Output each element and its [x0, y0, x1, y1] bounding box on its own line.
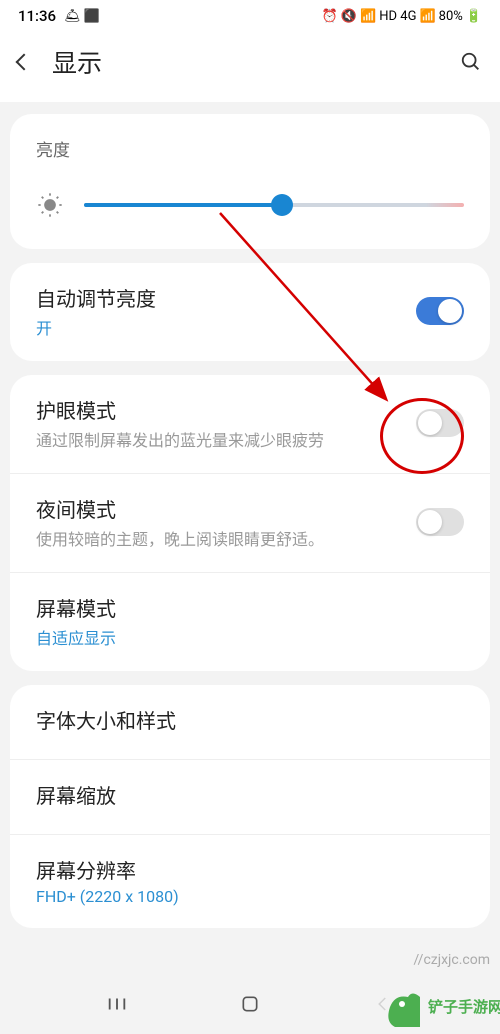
- auto-brightness-card: 自动调节亮度 开: [10, 263, 490, 361]
- night-mode-row[interactable]: 夜间模式 使用较暗的主题，晚上阅读眼睛更舒适。: [10, 473, 490, 572]
- status-mute-icon: 🔇: [341, 9, 357, 24]
- toggle-thumb: [418, 510, 442, 534]
- toggle-thumb: [418, 411, 442, 435]
- status-notif-icons: 🛎 ⬛: [64, 9, 100, 24]
- font-resolution-card: 字体大小和样式 屏幕缩放 屏幕分辨率 FHD+ (2220 x 1080): [10, 685, 490, 928]
- eye-care-toggle[interactable]: [416, 409, 464, 437]
- home-icon: [240, 994, 260, 1014]
- status-bar: 11:36 🛎 ⬛ ⏰ 🔇 📶 HD 4G 📶 80% 🔋: [0, 0, 500, 32]
- night-mode-toggle[interactable]: [416, 508, 464, 536]
- logo-badge: 铲子手游网: [380, 979, 500, 1034]
- auto-brightness-title: 自动调节亮度: [36, 283, 416, 312]
- status-signal-icon: 📶: [419, 9, 435, 24]
- night-mode-sub: 使用较暗的主题，晚上阅读眼睛更舒适。: [36, 526, 416, 550]
- chevron-left-icon: [16, 54, 33, 71]
- toggle-thumb: [438, 299, 462, 323]
- screen-zoom-title: 屏幕缩放: [36, 780, 464, 809]
- back-button[interactable]: [18, 56, 30, 68]
- display-modes-card: 护眼模式 通过限制屏幕发出的蓝光量来减少眼疲劳 夜间模式 使用较暗的主题，晚上阅…: [10, 375, 490, 671]
- screen-resolution-row[interactable]: 屏幕分辨率 FHD+ (2220 x 1080): [10, 834, 490, 928]
- slider-fill: [84, 203, 282, 207]
- watermark: //czjxjc.com: [413, 952, 490, 968]
- screen-zoom-row[interactable]: 屏幕缩放: [10, 759, 490, 834]
- header: 显示: [0, 32, 500, 102]
- screen-mode-title: 屏幕模式: [36, 593, 464, 622]
- nav-home[interactable]: [237, 991, 263, 1017]
- brightness-icon: [36, 191, 64, 219]
- status-alarm-icon: ⏰: [322, 9, 338, 24]
- slider-thumb[interactable]: [271, 194, 293, 216]
- brightness-slider[interactable]: [84, 201, 464, 209]
- auto-brightness-toggle[interactable]: [416, 297, 464, 325]
- eye-care-title: 护眼模式: [36, 395, 416, 424]
- search-button[interactable]: [460, 51, 482, 73]
- font-size-row[interactable]: 字体大小和样式: [10, 685, 490, 759]
- night-mode-title: 夜间模式: [36, 494, 416, 523]
- status-time: 11:36: [18, 7, 56, 25]
- auto-brightness-row[interactable]: 自动调节亮度 开: [10, 263, 490, 361]
- font-size-title: 字体大小和样式: [36, 705, 464, 734]
- screen-mode-value: 自适应显示: [36, 625, 464, 649]
- eye-care-sub: 通过限制屏幕发出的蓝光量来减少眼疲劳: [36, 427, 416, 451]
- page-title: 显示: [52, 44, 102, 80]
- screen-resolution-title: 屏幕分辨率: [36, 855, 464, 884]
- auto-brightness-value: 开: [36, 315, 416, 339]
- brightness-card: 亮度: [10, 114, 490, 249]
- brightness-heading: 亮度: [10, 114, 490, 173]
- screen-resolution-value: FHD+ (2220 x 1080): [36, 887, 464, 906]
- status-battery: 80%: [439, 9, 463, 24]
- logo-text: 铲子手游网: [428, 998, 500, 1016]
- eye-care-row[interactable]: 护眼模式 通过限制屏幕发出的蓝光量来减少眼疲劳: [10, 375, 490, 473]
- status-signal-label: HD 4G: [379, 9, 416, 24]
- search-icon: [460, 51, 482, 73]
- status-battery-icon: 🔋: [466, 9, 482, 24]
- screen-mode-row[interactable]: 屏幕模式 自适应显示: [10, 572, 490, 671]
- recent-apps-icon: [106, 993, 128, 1015]
- nav-recent[interactable]: [104, 991, 130, 1017]
- status-wifi-icon: 📶: [360, 9, 376, 24]
